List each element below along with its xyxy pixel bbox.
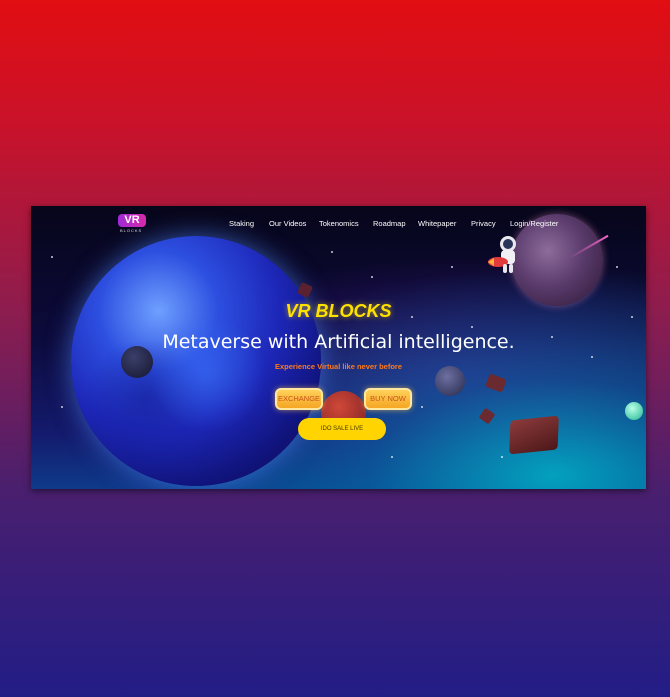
astronaut-rocket-icon — [486, 232, 522, 282]
floating-rock — [509, 415, 559, 455]
nav-item-privacy[interactable]: Privacy — [471, 219, 496, 228]
buy-now-button[interactable]: BUY NOW — [364, 388, 412, 410]
nav-item-our-videos[interactable]: Our Videos — [269, 219, 306, 228]
blue-planet — [71, 236, 321, 486]
floating-rock — [485, 373, 507, 393]
hero-tagline: Experience Virtual like never before — [274, 362, 402, 371]
ido-sale-live-button[interactable]: IDO SALE LIVE — [298, 418, 386, 440]
website-screenshot: VR BLOCKS Staking Our Videos Tokenomics … — [31, 206, 646, 489]
logo-badge: VR — [118, 214, 146, 227]
top-navigation: VR BLOCKS Staking Our Videos Tokenomics … — [31, 206, 646, 238]
nav-item-whitepaper[interactable]: Whitepaper — [418, 219, 456, 228]
teal-planet — [625, 402, 643, 420]
nav-item-tokenomics[interactable]: Tokenomics — [319, 219, 359, 228]
nav-item-staking[interactable]: Staking — [229, 219, 254, 228]
logo-subtext: BLOCKS — [120, 228, 143, 233]
exchange-button[interactable]: EXCHANGE — [275, 388, 323, 410]
vr-blocks-logo[interactable]: VR BLOCKS — [116, 214, 150, 234]
nav-item-login-register[interactable]: Login/Register — [510, 219, 558, 228]
nav-item-roadmap[interactable]: Roadmap — [373, 219, 406, 228]
floating-rock — [478, 407, 496, 425]
hero-headline: Metaverse with Artificial intelligence. — [162, 331, 515, 353]
hero-title: VR BLOCKS — [285, 301, 392, 321]
